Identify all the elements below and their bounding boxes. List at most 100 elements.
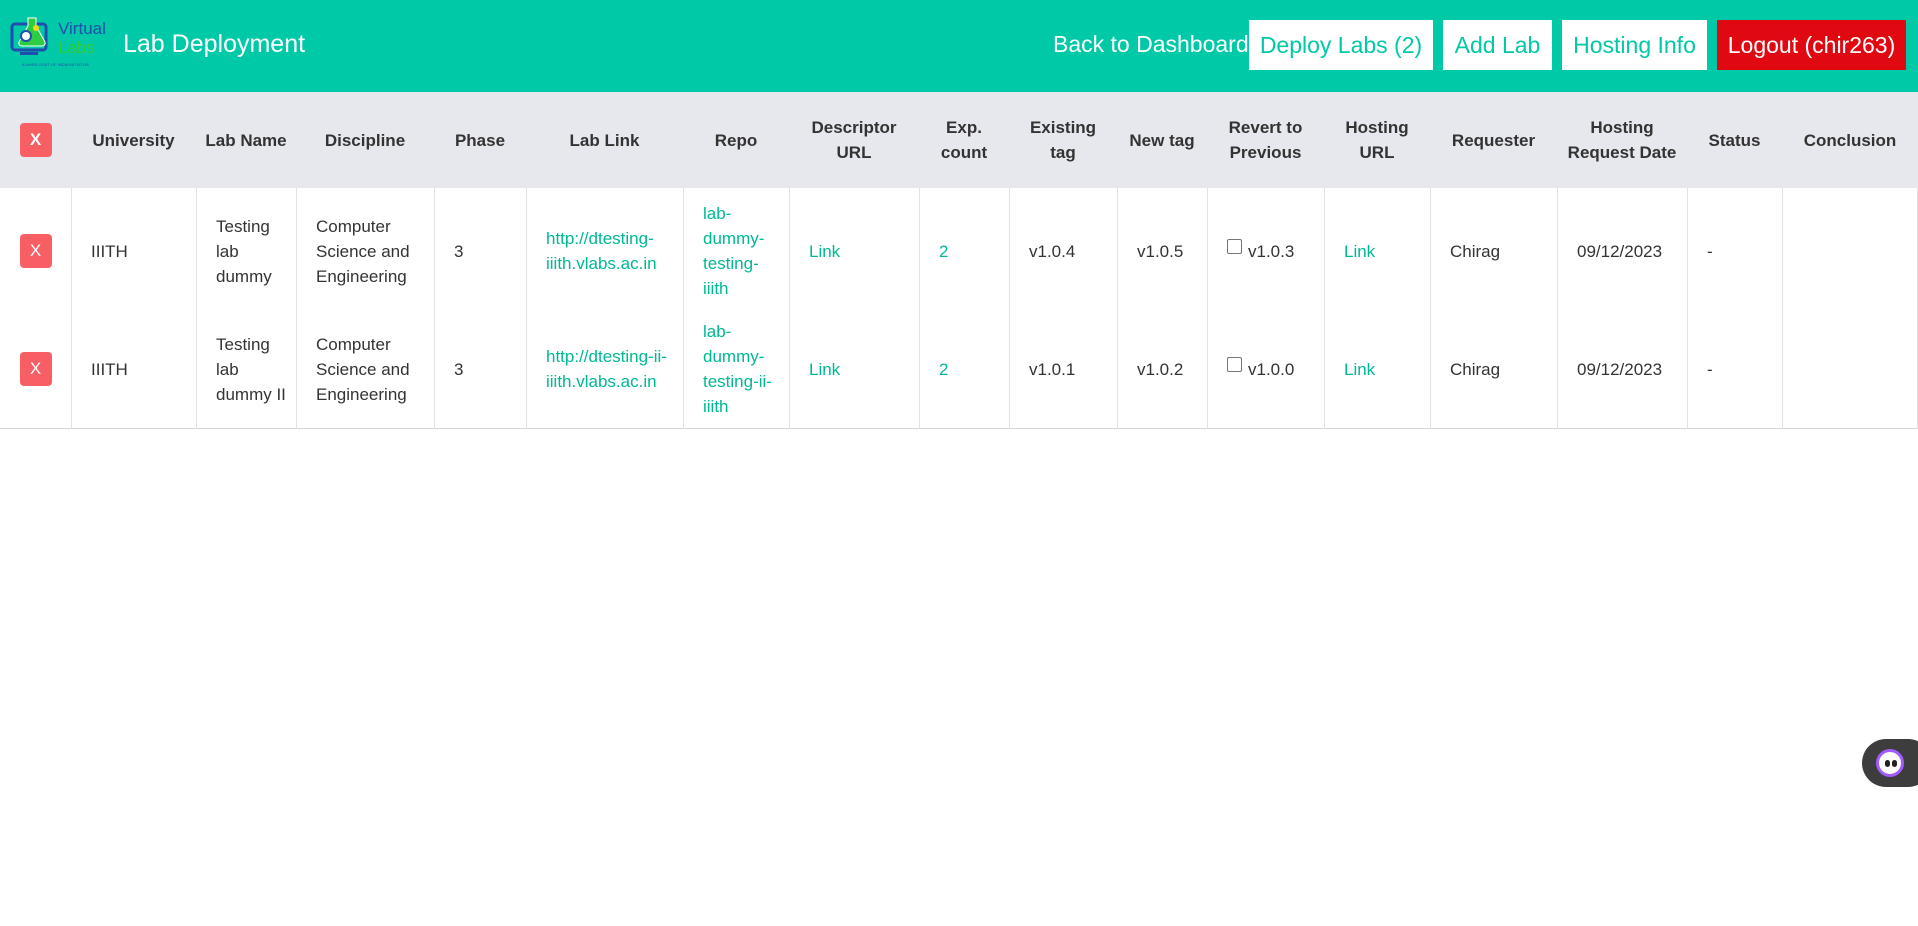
lab-name-cell: Testing lab dummy xyxy=(216,216,272,286)
logout-button[interactable]: Logout (chir263) xyxy=(1717,20,1906,70)
top-navbar: Virtual Labs A MHRD GOVT OF INDIA INITIA… xyxy=(0,0,1918,92)
hosting-link[interactable]: Link xyxy=(1344,239,1375,264)
hosting-url-cell: Link xyxy=(1324,309,1430,429)
flask-logo-icon xyxy=(10,17,48,55)
phase-cell: 3 xyxy=(454,241,464,261)
column-divider xyxy=(71,188,72,429)
revert-checkbox[interactable] xyxy=(1227,356,1242,372)
column-divider xyxy=(789,188,790,429)
remove-row-button[interactable]: X xyxy=(19,352,52,386)
header-new-tag: New tag xyxy=(1129,130,1195,150)
existing-tag-cell: v1.0.4 xyxy=(1029,241,1076,261)
revert-cell: v1.0.3 xyxy=(1207,191,1324,311)
repo-link[interactable]: lab-dummy-testing-ii-iiith xyxy=(703,319,775,419)
header-conclusion: Conclusion xyxy=(1803,130,1897,150)
repo-cell: lab-dummy-testing-ii-iiith xyxy=(683,309,789,429)
exp-count-cell: 2 xyxy=(919,191,1009,311)
logo-word-virtual: Virtual xyxy=(58,19,106,38)
repo-cell: lab-dummy-testing-iiith xyxy=(683,191,789,311)
remove-cell: X xyxy=(0,191,71,311)
column-divider xyxy=(1782,188,1783,429)
university-cell: IIITH xyxy=(91,359,128,379)
logo-word-labs: Labs xyxy=(58,38,95,57)
chat-bot-icon xyxy=(1876,749,1904,777)
discipline-cell: Computer Science and Engineering xyxy=(316,334,410,404)
column-divider xyxy=(1117,188,1118,429)
column-divider xyxy=(1557,188,1558,429)
revert-checkbox[interactable] xyxy=(1227,238,1242,254)
column-divider xyxy=(919,188,920,429)
header-status: Status xyxy=(1708,130,1761,150)
exp-count-cell: 2 xyxy=(919,309,1009,429)
clear-all-button[interactable]: X xyxy=(19,123,52,157)
revert-tag: v1.0.3 xyxy=(1248,241,1295,261)
exp-count-link[interactable]: 2 xyxy=(939,357,948,382)
header-lab-name: Lab Name xyxy=(205,130,287,150)
column-divider xyxy=(434,188,435,429)
lab-link[interactable]: http://dtesting-ii-iiith.vlabs.ac.in xyxy=(546,344,671,394)
table-row: X IIITH Testing lab dummy Computer Scien… xyxy=(0,191,1918,311)
request-date-cell: 09/12/2023 xyxy=(1577,359,1663,379)
header-request-date: Hosting Request Date xyxy=(1567,118,1677,162)
column-divider xyxy=(1207,188,1208,429)
revert-cell: v1.0.0 xyxy=(1207,309,1324,429)
header-phase: Phase xyxy=(454,130,506,150)
new-tag-cell: v1.0.5 xyxy=(1137,241,1184,261)
header-hosting-url: Hosting URL xyxy=(1345,118,1409,162)
conclusion-cell xyxy=(1782,191,1918,311)
back-to-dashboard-link[interactable]: Back to Dashboard xyxy=(1053,28,1249,60)
descriptor-url-cell: Link xyxy=(789,309,919,429)
virtual-labs-logo[interactable]: Virtual Labs A MHRD GOVT OF INDIA INITIA… xyxy=(10,16,110,70)
remove-cell: X xyxy=(0,309,71,429)
column-divider xyxy=(196,188,197,429)
table-row: X IIITH Testing lab dummy II Computer Sc… xyxy=(0,309,1918,429)
page-title[interactable]: Lab Deployment xyxy=(123,28,305,60)
descriptor-link[interactable]: Link xyxy=(809,239,840,264)
logo-tagline: A MHRD GOVT OF INDIA INITIATIVE xyxy=(22,62,90,67)
new-tag-cell: v1.0.2 xyxy=(1137,359,1184,379)
deployment-table: X University Lab Name Discipline Phase L… xyxy=(0,92,1918,429)
header-remove-cell: X xyxy=(0,92,71,188)
header-existing-tag: Existing tag xyxy=(1029,118,1097,162)
status-cell: - xyxy=(1707,241,1713,261)
column-divider xyxy=(526,188,527,429)
header-exp-count: Exp. count xyxy=(940,118,988,162)
header-discipline: Discipline xyxy=(324,130,406,150)
phase-cell: 3 xyxy=(454,359,464,379)
chat-bot-eye-icon xyxy=(1892,760,1897,767)
column-divider xyxy=(1324,188,1325,429)
requester-cell: Chirag xyxy=(1450,359,1501,379)
header-repo: Repo xyxy=(714,130,758,150)
chat-bot-launcher[interactable] xyxy=(1862,739,1918,787)
exp-count-link[interactable]: 2 xyxy=(939,239,948,264)
descriptor-url-cell: Link xyxy=(789,191,919,311)
column-divider xyxy=(1687,188,1688,429)
column-divider xyxy=(296,188,297,429)
add-lab-button[interactable]: Add Lab xyxy=(1443,20,1552,70)
hosting-info-button[interactable]: Hosting Info xyxy=(1562,20,1707,70)
header-lab-link: Lab Link xyxy=(569,130,640,150)
descriptor-link[interactable]: Link xyxy=(809,357,840,382)
lab-name-cell: Testing lab dummy II xyxy=(216,334,286,404)
table-header: X University Lab Name Discipline Phase L… xyxy=(0,92,1918,188)
university-cell: IIITH xyxy=(91,241,128,261)
header-university: University xyxy=(92,130,175,150)
remove-row-button[interactable]: X xyxy=(19,234,52,268)
request-date-cell: 09/12/2023 xyxy=(1577,241,1663,261)
repo-link[interactable]: lab-dummy-testing-iiith xyxy=(703,201,775,301)
lab-link-cell: http://dtesting-iiith.vlabs.ac.in xyxy=(526,191,683,311)
revert-tag: v1.0.0 xyxy=(1248,359,1295,379)
hosting-link[interactable]: Link xyxy=(1344,357,1375,382)
header-requester: Requester xyxy=(1451,130,1536,150)
deploy-labs-button[interactable]: Deploy Labs (2) xyxy=(1249,20,1433,70)
lab-link-cell: http://dtesting-ii-iiith.vlabs.ac.in xyxy=(526,309,683,429)
lab-link[interactable]: http://dtesting-iiith.vlabs.ac.in xyxy=(546,226,671,276)
requester-cell: Chirag xyxy=(1450,241,1501,261)
header-descriptor-url: Descriptor URL xyxy=(811,118,897,162)
header-revert: Revert to Previous xyxy=(1228,118,1303,162)
status-cell: - xyxy=(1707,359,1713,379)
chat-bot-eye-icon xyxy=(1885,760,1890,767)
existing-tag-cell: v1.0.1 xyxy=(1029,359,1076,379)
discipline-cell: Computer Science and Engineering xyxy=(316,216,410,286)
conclusion-cell xyxy=(1782,309,1918,429)
